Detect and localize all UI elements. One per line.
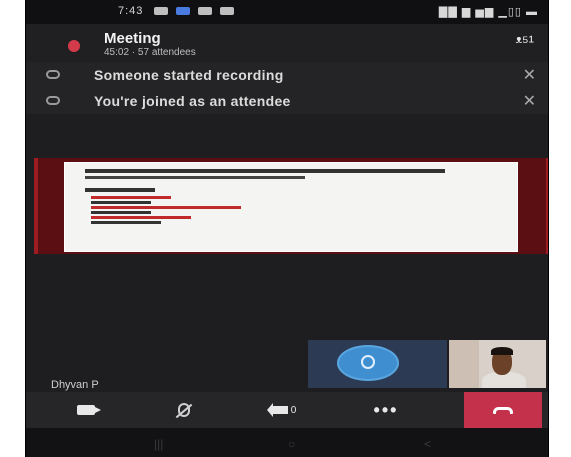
status-time: 7:43 [118,5,144,17]
participant-name: Dhyvan P [51,379,99,391]
speaker-button[interactable]: 0 [244,392,324,428]
close-icon[interactable]: ✕ [523,65,536,85]
meeting-subtitle: 45:02 · 57 attendees [104,47,196,58]
phone-hangup-icon [493,406,513,414]
notice-text: You're joined as an attendee [94,93,291,109]
microphone-icon [361,355,375,369]
avatar [337,345,399,381]
participants-icon[interactable]: ᵜ⁵¹ [516,34,534,52]
phone-screen: 7:43 ▇▇ ▆ ▅▆ ▁▯▯ ▬ Meeting 45:02 · 57 at… [25,0,549,457]
slide-text-line [91,221,161,224]
message-icon [176,7,190,15]
participant-video[interactable] [449,340,546,388]
android-nav-bar: ||| ○ < [26,428,548,457]
self-tile[interactable] [308,340,447,388]
back-icon[interactable]: < [424,437,431,451]
speaker-label: 0 [290,404,297,416]
slide-text-line [91,206,241,209]
slide-text-line [85,188,155,192]
meeting-header: Meeting 45:02 · 57 attendees ᵜ⁵¹ [26,24,548,63]
info-icon [46,70,60,79]
call-controls: 0 ••• [26,392,548,428]
slide-text-line [85,169,445,173]
status-right: ▇▇ ▆ ▅▆ ▁▯▯ ▬ [438,6,538,18]
video-camera-icon [77,405,101,415]
shared-screen[interactable] [34,158,548,254]
more-dots-icon [220,7,234,15]
recent-apps-icon[interactable]: ||| [154,437,163,451]
camera-button[interactable] [46,392,126,428]
mail-icon [198,7,212,15]
slide-text-line [91,216,191,219]
meeting-title: Meeting [104,30,161,47]
status-bar: 7:43 ▇▇ ▆ ▅▆ ▁▯▯ ▬ [26,0,548,24]
hang-up-button[interactable] [464,392,542,428]
microphone-off-icon [178,403,190,417]
notice-text: Someone started recording [94,67,284,83]
speaker-icon [266,403,288,417]
slide-text-line [85,176,305,179]
slide-text-line [91,211,151,214]
signal-icon [154,7,168,15]
presentation-slide [64,162,518,252]
more-icon: ••• [373,400,399,420]
more-options-button[interactable]: ••• [346,392,426,428]
mute-button[interactable] [144,392,224,428]
status-icons [154,7,234,15]
slide-text-line [91,201,151,204]
attendee-notice: You're joined as an attendee ✕ [26,88,548,114]
recording-dot-icon [68,40,80,52]
info-icon [46,96,60,105]
slide-text-line [91,196,171,199]
home-icon[interactable]: ○ [288,437,295,451]
close-icon[interactable]: ✕ [523,91,536,111]
recording-notice: Someone started recording ✕ [26,62,548,88]
